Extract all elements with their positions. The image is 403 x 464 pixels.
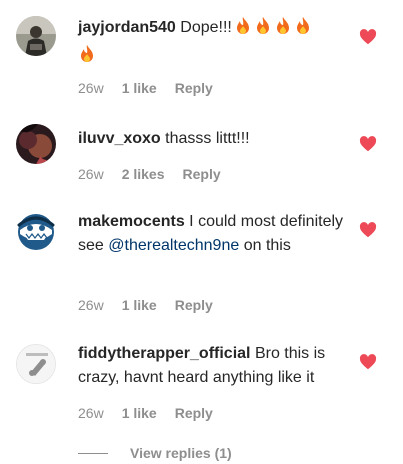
likes-count[interactable]: 1 like xyxy=(122,79,157,97)
likes-count[interactable]: 1 like xyxy=(122,404,157,422)
comment-text: thasss littt!!! xyxy=(165,130,250,147)
likes-count[interactable]: 1 like xyxy=(122,296,157,314)
view-replies-button[interactable]: View replies (1) xyxy=(78,445,232,461)
avatar[interactable] xyxy=(16,344,56,384)
username-link[interactable]: iluvv_xoxo xyxy=(78,130,161,147)
like-heart-icon[interactable] xyxy=(359,222,377,238)
fire-icon xyxy=(78,44,96,72)
comment-time: 26w xyxy=(78,405,104,421)
comment-meta: 26w 1 like Reply xyxy=(78,404,213,422)
avatar[interactable] xyxy=(16,124,56,164)
divider-line xyxy=(78,452,108,454)
fire-icon xyxy=(254,16,272,44)
reply-button[interactable]: Reply xyxy=(175,404,213,422)
view-replies-label[interactable]: View replies (1) xyxy=(130,445,232,461)
mention-link[interactable]: @therealtechn9ne xyxy=(108,237,239,254)
comment-body: fiddytherapper_official Bro this is craz… xyxy=(78,342,348,390)
comment-text: Dope!!! xyxy=(180,19,232,36)
avatar[interactable] xyxy=(16,16,56,56)
comment-time: 26w xyxy=(78,297,104,313)
reply-button[interactable]: Reply xyxy=(175,296,213,314)
like-heart-icon[interactable] xyxy=(359,29,377,45)
fire-icon xyxy=(234,16,252,44)
comment-body: jayjordan540 Dope!!! xyxy=(78,16,348,72)
comment-meta: 26w 1 like Reply xyxy=(78,296,213,314)
like-heart-icon[interactable] xyxy=(359,354,377,370)
username-link[interactable]: jayjordan540 xyxy=(78,19,176,36)
comment-meta: 26w 1 like Reply xyxy=(78,79,213,97)
reply-button[interactable]: Reply xyxy=(183,165,221,183)
username-link[interactable]: fiddytherapper_official xyxy=(78,345,250,362)
comment-body: makemocents I could most definitely see … xyxy=(78,210,348,258)
comment-meta: 26w 2 likes Reply xyxy=(78,165,221,183)
username-link[interactable]: makemocents xyxy=(78,213,185,230)
avatar[interactable] xyxy=(16,212,56,252)
fire-icon xyxy=(274,16,292,44)
likes-count[interactable]: 2 likes xyxy=(122,165,165,183)
comment-time: 26w xyxy=(78,80,104,96)
like-heart-icon[interactable] xyxy=(359,136,377,152)
reply-button[interactable]: Reply xyxy=(175,79,213,97)
comment-text: on this xyxy=(243,237,291,254)
fire-icon xyxy=(294,16,312,44)
comment-body: iluvv_xoxo thasss littt!!! xyxy=(78,127,348,151)
comment-time: 26w xyxy=(78,166,104,182)
